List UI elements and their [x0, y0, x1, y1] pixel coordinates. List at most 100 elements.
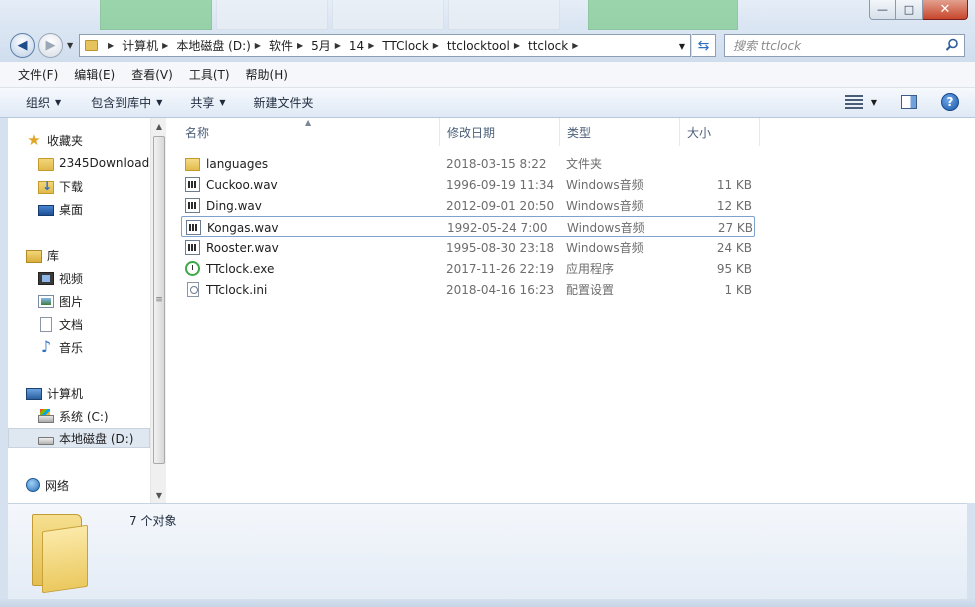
column-header-size[interactable]: 大小	[680, 118, 760, 146]
file-row-focused[interactable]: Kongas.wav 1992-05-24 7:00 Windows音频 27 …	[181, 216, 755, 237]
breadcrumb-ttclock[interactable]: ttclock ▶	[528, 39, 586, 53]
minimize-button[interactable]: —	[869, 0, 896, 20]
network-icon	[26, 478, 40, 492]
title-bar: — □ ✕	[0, 0, 975, 30]
scroll-up-icon[interactable]: ▲	[151, 118, 167, 134]
address-history-dropdown[interactable]: ▼	[679, 42, 685, 51]
folder-icon	[185, 157, 200, 171]
chevron-right-icon[interactable]: ▶	[433, 41, 439, 50]
forward-button[interactable]: ▶	[38, 33, 63, 58]
chevron-right-icon[interactable]: ▶	[162, 41, 168, 50]
star-icon: ★	[27, 131, 41, 149]
nav-favorites[interactable]: ★ 收藏夹	[8, 130, 150, 150]
recent-pages-dropdown[interactable]: ▼	[67, 41, 73, 50]
nav-item-downloads[interactable]: 下载	[8, 176, 150, 196]
desktop-icon	[38, 204, 54, 216]
column-header-type[interactable]: 类型	[560, 118, 680, 146]
file-row[interactable]: Cuckoo.wav 1996-09-19 11:34 Windows音频 11…	[181, 174, 755, 195]
forward-arrow-icon: ▶	[45, 38, 56, 53]
breadcrumb-drive-d[interactable]: 本地磁盘 (D:) ▶	[176, 37, 269, 54]
change-view-button[interactable]: ▼	[844, 95, 877, 109]
chevron-down-icon: ▼	[55, 98, 62, 107]
nav-network[interactable]: 网络	[8, 475, 150, 495]
back-button[interactable]: ◀	[10, 33, 35, 58]
menu-edit[interactable]: 编辑(E)	[66, 66, 123, 83]
refresh-icon: ⇆	[697, 37, 710, 54]
downloads-folder-icon	[38, 179, 54, 194]
search-icon[interactable]	[945, 38, 959, 52]
clock-app-icon	[185, 261, 200, 276]
menu-view[interactable]: 查看(V)	[123, 66, 181, 83]
nav-item-drive-c[interactable]: 系统 (C:)	[8, 406, 150, 426]
video-icon	[38, 271, 54, 285]
command-bar: 组织 ▼ 包含到库中 ▼ 共享 ▼ 新建文件夹 ▼ ?	[0, 88, 975, 118]
file-row[interactable]: languages 2018-03-15 8:22 文件夹	[181, 153, 755, 174]
folder-icon	[38, 157, 54, 171]
music-note-icon: ♪	[40, 337, 52, 356]
close-button[interactable]: ✕	[923, 0, 968, 20]
chevron-right-icon[interactable]: ▶	[572, 41, 578, 50]
file-row[interactable]: TTclock.exe 2017-11-26 22:19 应用程序 95 KB	[181, 258, 755, 279]
nav-libraries[interactable]: 库	[8, 245, 150, 265]
chevron-right-icon[interactable]: ▶	[335, 41, 341, 50]
folder-icon	[85, 40, 98, 51]
navigation-pane: ★ 收藏夹 2345Downloads 下载 桌面 库 视频 图片	[8, 118, 166, 503]
column-header-date[interactable]: 修改日期	[440, 118, 560, 146]
document-icon	[40, 316, 52, 332]
breadcrumb-computer[interactable]: 计算机 ▶	[122, 37, 176, 54]
wav-icon	[185, 240, 200, 255]
hard-drive-icon	[38, 437, 54, 445]
chevron-right-icon[interactable]: ▶	[108, 41, 114, 50]
nav-computer[interactable]: 计算机	[8, 383, 150, 403]
menu-file[interactable]: 文件(F)	[10, 66, 66, 83]
background-window-ghost	[100, 0, 738, 30]
chevron-down-icon: ▼	[870, 97, 877, 107]
chevron-right-icon[interactable]: ▶	[368, 41, 374, 50]
scrollbar-thumb[interactable]: ≡	[153, 136, 165, 464]
new-folder-button[interactable]: 新建文件夹	[244, 94, 324, 111]
preview-pane-icon[interactable]	[901, 95, 917, 109]
chevron-right-icon[interactable]: ▶	[255, 41, 261, 50]
search-input[interactable]	[725, 35, 935, 56]
maximize-button[interactable]: □	[896, 0, 923, 20]
wav-icon	[186, 220, 201, 235]
chevron-right-icon[interactable]: ▶	[514, 41, 520, 50]
breadcrumb-ttclock-root[interactable]: TTClock ▶	[382, 39, 447, 53]
help-icon[interactable]: ?	[941, 93, 959, 111]
menu-help[interactable]: 帮助(H)	[238, 66, 296, 83]
menu-tools[interactable]: 工具(T)	[181, 66, 238, 83]
view-list-icon	[844, 95, 863, 109]
nav-item-desktop[interactable]: 桌面	[8, 199, 150, 219]
organize-button[interactable]: 组织 ▼	[16, 94, 71, 111]
address-bar[interactable]: ▶ 计算机 ▶ 本地磁盘 (D:) ▶ 软件 ▶ 5月 ▶ 14 ▶ TTClock ▶ t…	[79, 34, 691, 57]
nav-item-documents[interactable]: 文档	[8, 314, 150, 334]
file-row[interactable]: TTclock.ini 2018-04-16 16:23 配置设置 1 KB	[181, 279, 755, 300]
breadcrumb-ttclocktool[interactable]: ttclocktool ▶	[447, 39, 528, 53]
search-box[interactable]	[724, 34, 965, 57]
scroll-down-icon[interactable]: ▼	[151, 487, 167, 503]
file-row[interactable]: Ding.wav 2012-09-01 20:50 Windows音频 12 K…	[181, 195, 755, 216]
refresh-button[interactable]: ⇆	[692, 34, 716, 57]
menu-bar: 文件(F) 编辑(E) 查看(V) 工具(T) 帮助(H)	[0, 62, 975, 88]
wav-icon	[185, 198, 200, 213]
breadcrumb-may[interactable]: 5月 ▶	[311, 37, 349, 54]
include-in-library-button[interactable]: 包含到库中 ▼	[81, 94, 172, 111]
nav-item-drive-d[interactable]: 本地磁盘 (D:)	[8, 428, 150, 448]
picture-icon	[38, 294, 54, 308]
share-button[interactable]: 共享 ▼	[180, 94, 235, 111]
column-header-name[interactable]: 名称	[178, 118, 440, 146]
file-row[interactable]: Rooster.wav 1995-08-30 23:18 Windows音频 2…	[181, 237, 755, 258]
nav-scrollbar[interactable]: ▲ ≡ ▼	[150, 118, 166, 503]
breadcrumb-14[interactable]: 14 ▶	[349, 39, 382, 53]
chevron-down-icon: ▼	[156, 98, 163, 107]
breadcrumb-software[interactable]: 软件 ▶	[269, 37, 311, 54]
nav-item-videos[interactable]: 视频	[8, 268, 150, 288]
nav-item-pictures[interactable]: 图片	[8, 291, 150, 311]
back-arrow-icon: ◀	[17, 38, 28, 53]
nav-item-2345downloads[interactable]: 2345Downloads	[8, 153, 150, 173]
address-row: ◀ ▶ ▼ ▶ 计算机 ▶ 本地磁盘 (D:) ▶ 软件 ▶ 5月 ▶ 14 ▶ TTCl…	[0, 30, 975, 62]
nav-item-music[interactable]: ♪ 音乐	[8, 337, 150, 357]
chevron-right-icon[interactable]: ▶	[297, 41, 303, 50]
column-headers: ▲ 名称 修改日期 类型 大小	[167, 118, 975, 146]
window-controls: — □ ✕	[869, 0, 968, 20]
